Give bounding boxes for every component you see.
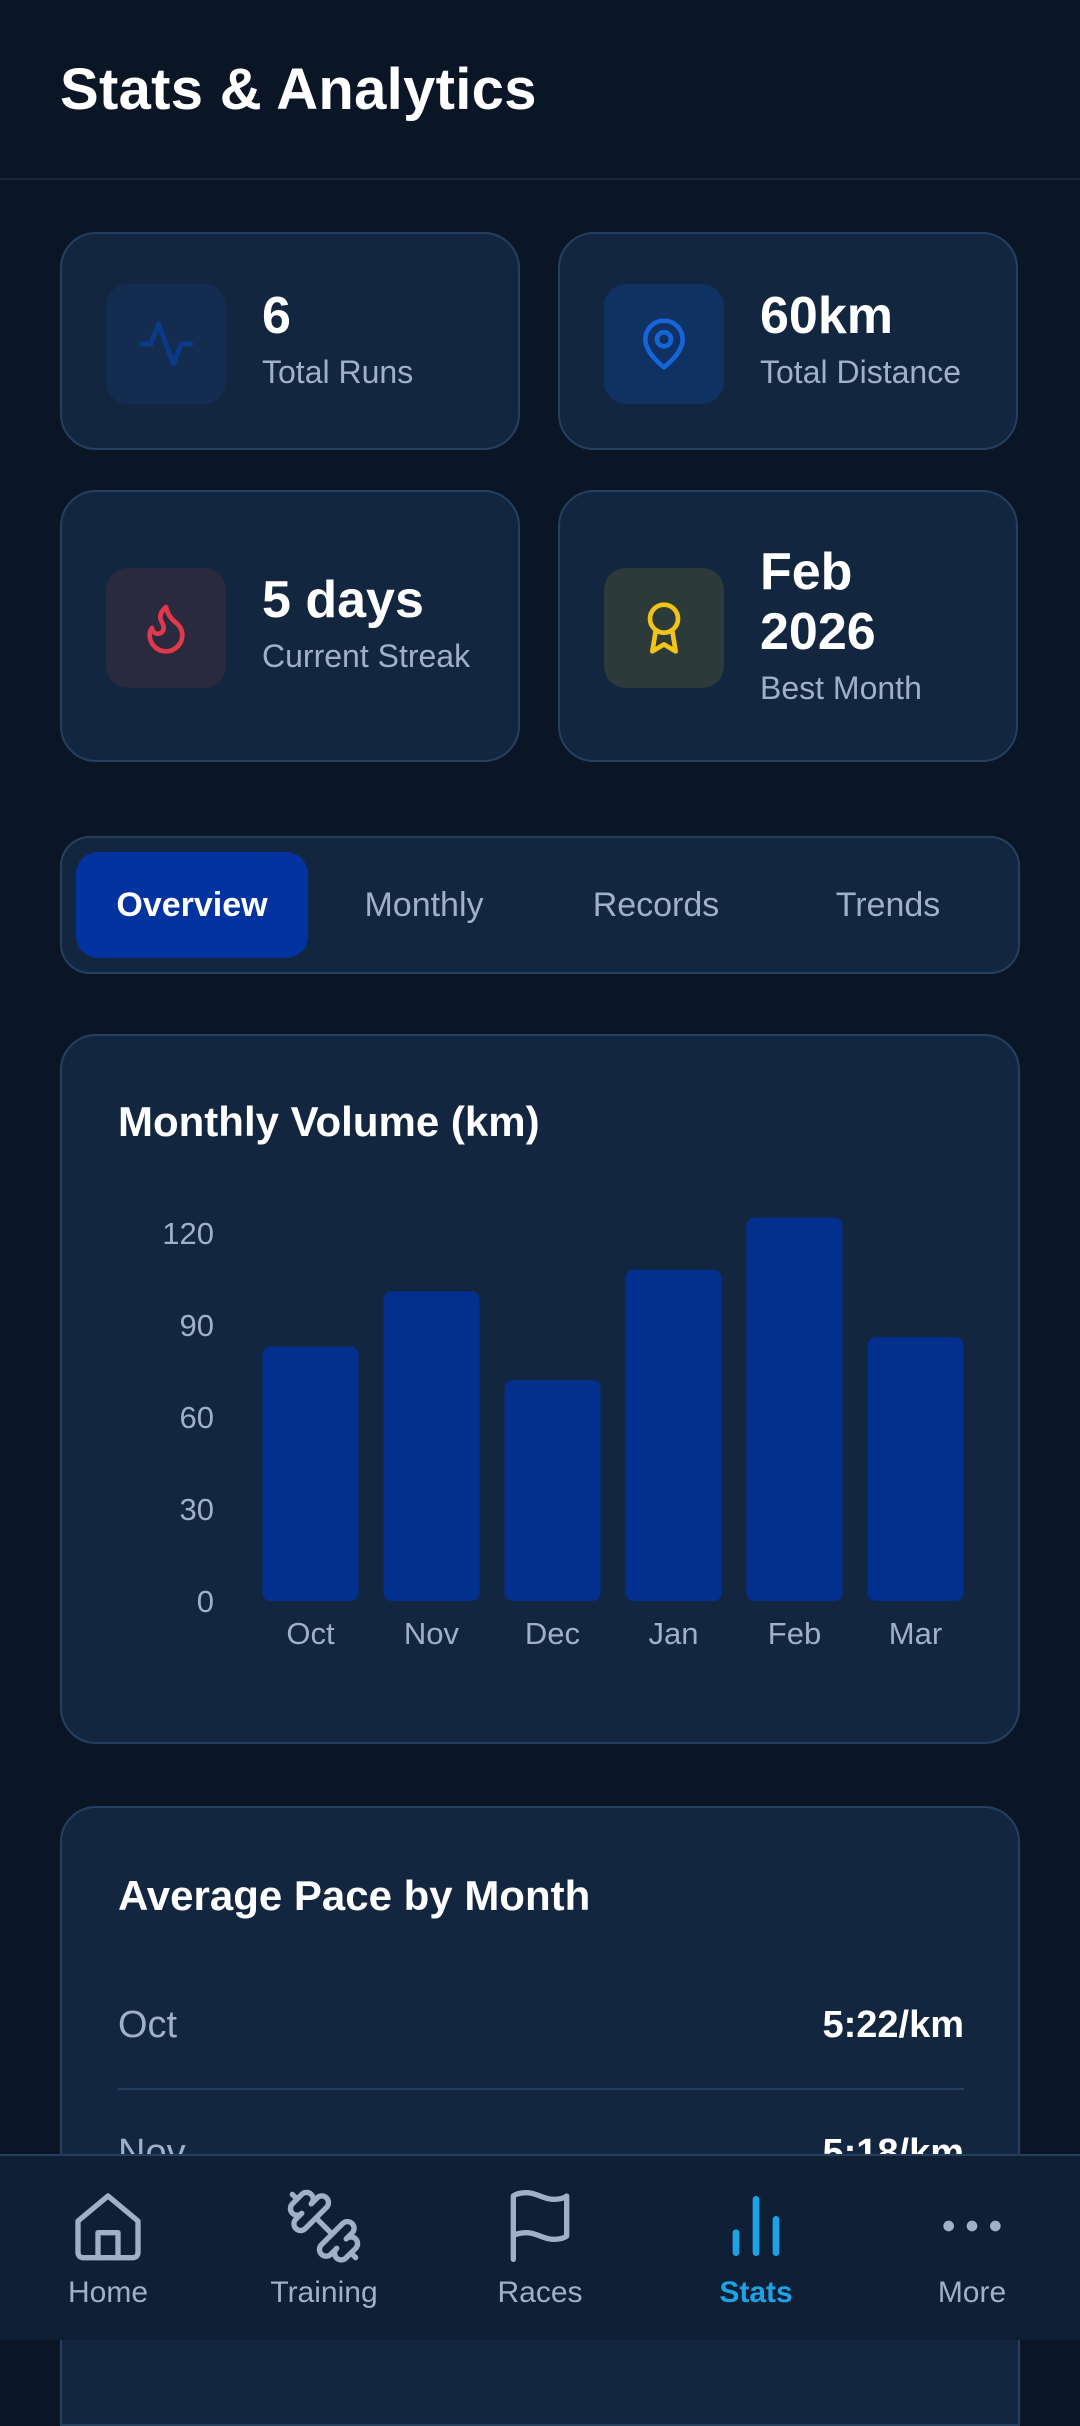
y-tick-label: 30 — [180, 1492, 214, 1527]
pace-row: Oct 5:22/km — [118, 1974, 964, 2090]
flame-icon — [106, 568, 226, 688]
stat-label: Total Runs — [262, 354, 414, 390]
bottom-nav: Home Training Races Stats More — [0, 2154, 1080, 2340]
bar-chart-icon — [732, 2196, 780, 2256]
bar-mar[interactable] — [867, 1337, 964, 1601]
stat-value: 5 days — [262, 571, 424, 629]
tab-monthly[interactable]: Monthly — [308, 852, 540, 958]
y-tick-label: 60 — [180, 1400, 214, 1435]
x-tick-label: Dec — [525, 1616, 580, 1651]
nav-label: More — [937, 2276, 1007, 2309]
stat-value: 2026 — [760, 603, 876, 661]
award-icon — [604, 568, 724, 688]
nav-more[interactable]: More — [864, 2156, 1080, 2342]
nav-label: Races — [497, 2276, 583, 2309]
nav-stats[interactable]: Stats — [648, 2156, 864, 2342]
bar-oct[interactable] — [262, 1346, 359, 1601]
tab-records[interactable]: Records — [540, 852, 772, 958]
stat-label: Best Month — [760, 670, 922, 706]
y-tick-label: 90 — [180, 1308, 214, 1343]
y-tick-label: 0 — [197, 1584, 214, 1619]
tab-trends[interactable]: Trends — [772, 852, 1004, 958]
dumbbell-icon — [287, 2189, 361, 2263]
bar-nov[interactable] — [383, 1291, 480, 1601]
stat-value: 60km — [760, 287, 893, 345]
x-tick-label: Feb — [768, 1616, 821, 1651]
stat-value: Feb — [760, 543, 853, 601]
x-tick-label: Nov — [404, 1616, 460, 1651]
x-tick-label: Oct — [286, 1616, 335, 1651]
monthly-volume-chart: 0 30 60 90 120 Oct Nov Dec Jan Feb Mar — [162, 1216, 964, 1651]
pace-month: Oct — [118, 2004, 178, 2046]
bar-feb[interactable] — [746, 1217, 843, 1601]
divider — [118, 2088, 964, 2090]
stat-card-best-month[interactable]: Feb 2026 Best Month — [558, 490, 1018, 762]
stat-value: 6 — [262, 287, 291, 345]
nav-home[interactable]: Home — [0, 2156, 216, 2342]
nav-training[interactable]: Training — [216, 2156, 432, 2342]
pace-value: 5:22/km — [822, 2004, 964, 2046]
y-tick-label: 120 — [162, 1216, 214, 1251]
nav-label: Stats — [719, 2276, 793, 2309]
monthly-volume-card: Monthly Volume (km) 0 30 60 90 120 Oct Nov Dec J… — [60, 1034, 1020, 1744]
app-header: Stats & Analytics — [0, 0, 1080, 180]
more-horizontal-icon — [943, 2220, 1001, 2232]
map-pin-icon — [604, 284, 724, 404]
bar-jan[interactable] — [625, 1269, 722, 1601]
stat-card-current-streak[interactable]: 5 days Current Streak — [60, 490, 520, 762]
page-title: Stats & Analytics — [60, 57, 537, 122]
stats-tabs: Overview Monthly Records Trends — [60, 836, 1020, 974]
pace-title: Average Pace by Month — [118, 1872, 591, 1919]
stat-card-total-runs[interactable]: 6 Total Runs — [60, 232, 520, 450]
bar-dec[interactable] — [504, 1380, 601, 1601]
stat-label: Total Distance — [760, 354, 961, 390]
home-icon — [75, 2193, 141, 2261]
nav-label: Training — [270, 2276, 378, 2309]
x-tick-label: Mar — [889, 1616, 942, 1651]
stat-label: Current Streak — [262, 638, 471, 674]
stat-card-total-distance[interactable]: 60km Total Distance — [558, 232, 1018, 450]
x-tick-label: Jan — [649, 1616, 699, 1651]
nav-label: Home — [67, 2276, 149, 2309]
nav-races[interactable]: Races — [432, 2156, 648, 2342]
activity-icon — [106, 284, 226, 404]
tab-overview[interactable]: Overview — [76, 852, 308, 958]
flag-icon — [510, 2190, 570, 2262]
